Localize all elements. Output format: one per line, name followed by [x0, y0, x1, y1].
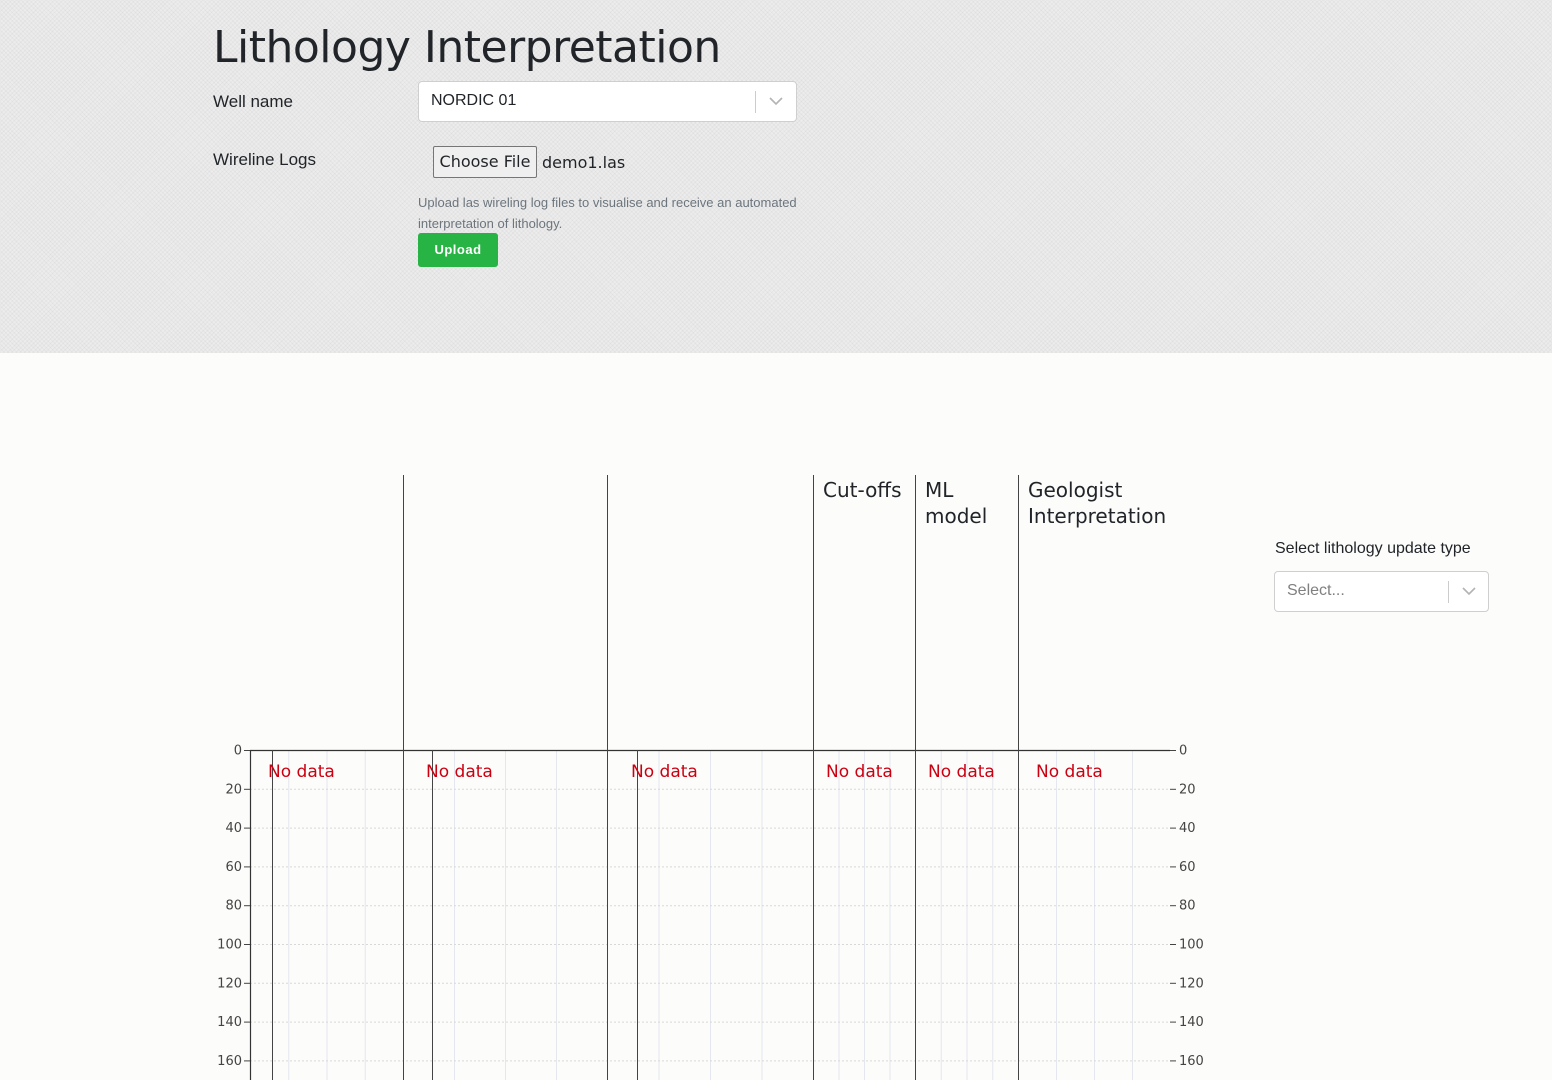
lithology-update-placeholder: Select... — [1287, 582, 1345, 599]
chevron-down-icon[interactable] — [757, 82, 795, 120]
left-depth-tick-label: 120 — [217, 976, 242, 991]
right-depth-tick-label: 160 — [1179, 1054, 1204, 1069]
left-depth-tick-label: 0 — [234, 744, 242, 759]
page-title: Lithology Interpretation — [213, 22, 721, 73]
track-title: Cut-offs — [823, 478, 902, 502]
left-depth-tick-label: 40 — [225, 821, 242, 836]
wireline-logs-label: Wireline Logs — [213, 150, 316, 169]
track-title: Interpretation — [1028, 504, 1166, 528]
choose-file-button[interactable]: Choose File — [433, 146, 537, 178]
upload-help-text: Upload las wireling log files to visuali… — [418, 195, 797, 231]
header-panel: Lithology Interpretation Well name NORDI… — [0, 0, 1552, 353]
left-depth-tick-label: 80 — [225, 899, 242, 914]
no-data-label: No data — [268, 762, 335, 782]
track-title: Geologist — [1028, 478, 1123, 502]
track-title: model — [925, 504, 987, 528]
left-depth-tick-label: 60 — [225, 860, 242, 875]
left-depth-tick-label: 140 — [217, 1015, 242, 1030]
lithology-update-label: Select lithology update type — [1275, 540, 1471, 557]
well-log-plot[interactable]: 0 0 20 20 40 40 60 60 80 80 100 100 120 120 140 140 160 1… — [0, 353, 1552, 1080]
right-depth-tick-label: 140 — [1179, 1015, 1204, 1030]
right-depth-tick-label: 40 — [1179, 821, 1196, 836]
no-data-label: No data — [1036, 762, 1103, 782]
chevron-down-icon[interactable] — [1450, 572, 1488, 610]
track-title: ML — [925, 478, 954, 502]
left-depth-tick-label: 20 — [225, 782, 242, 797]
well-name-label: Well name — [213, 92, 293, 111]
well-name-select[interactable]: NORDIC 01 — [418, 81, 797, 122]
left-depth-tick-label: 160 — [217, 1054, 242, 1069]
left-depth-tick-label: 100 — [217, 938, 242, 953]
no-data-label: No data — [928, 762, 995, 782]
upload-button[interactable]: Upload — [418, 233, 498, 267]
select-separator — [755, 91, 756, 113]
right-depth-tick-label: 20 — [1179, 782, 1196, 797]
lithology-update-select[interactable]: Select... — [1274, 571, 1489, 612]
right-depth-tick-label: 60 — [1179, 860, 1196, 875]
right-depth-tick-label: 120 — [1179, 976, 1204, 991]
right-depth-tick-label: 0 — [1179, 744, 1187, 759]
select-separator — [1448, 581, 1449, 603]
well-name-value: NORDIC 01 — [431, 92, 517, 109]
no-data-label: No data — [631, 762, 698, 782]
no-data-label: No data — [426, 762, 493, 782]
selected-file-name: demo1.las — [542, 153, 626, 172]
no-data-label: No data — [826, 762, 893, 782]
right-depth-tick-label: 100 — [1179, 938, 1204, 953]
right-depth-tick-label: 80 — [1179, 899, 1196, 914]
